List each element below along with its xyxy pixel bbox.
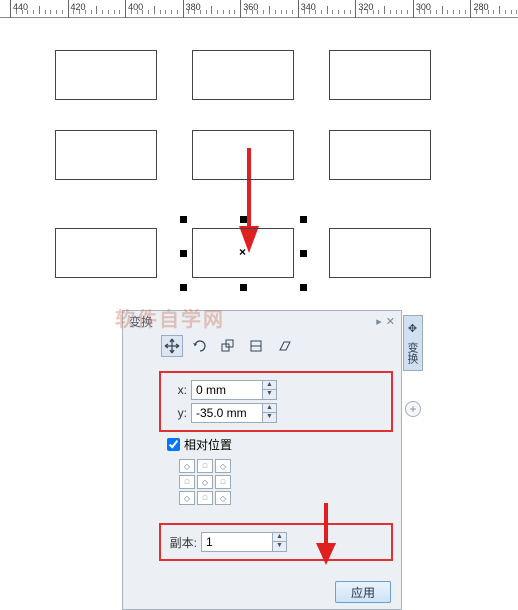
rectangle-shape[interactable] (55, 228, 157, 278)
docker-title: 变换 (129, 313, 153, 330)
rectangle-shape[interactable] (329, 50, 431, 100)
rectangle-shape[interactable] (329, 130, 431, 180)
position-tool-button[interactable] (161, 335, 183, 357)
move-icon: ✥ (406, 322, 419, 335)
side-tab-transform[interactable]: ✥ 变换 (403, 315, 423, 371)
horizontal-ruler: 440 420 400 380 360 340 320 300 280 (0, 0, 518, 18)
selection-handle[interactable] (240, 284, 247, 291)
ruler-tick: 360 (240, 0, 258, 18)
apply-button[interactable]: 应用 (335, 581, 391, 603)
selection-center-icon: × (239, 245, 246, 259)
rotate-tool-button[interactable] (189, 335, 211, 357)
transform-docker: 变换 ▸ ✕ ✥ 变换 + 软件自学网 x: ▲▼ y: (122, 310, 402, 610)
x-label: x: (167, 383, 187, 397)
copies-spin-down[interactable]: ▼ (273, 542, 286, 551)
selection-handle[interactable] (180, 284, 187, 291)
docker-options-icon[interactable]: ▸ (376, 315, 382, 328)
x-spin-down[interactable]: ▼ (263, 390, 276, 399)
anchor-br[interactable]: ◇ (215, 491, 231, 505)
ruler-tick: 440 (10, 0, 28, 18)
anchor-bl[interactable]: ◇ (179, 491, 195, 505)
add-tab-icon[interactable]: + (405, 401, 421, 417)
relative-label: 相对位置 (184, 436, 232, 453)
anchor-ml[interactable]: □ (179, 475, 195, 489)
y-spin-up[interactable]: ▲ (263, 404, 276, 413)
copies-input[interactable] (202, 535, 272, 549)
copies-label: 副本: (167, 534, 197, 551)
anchor-mr[interactable]: □ (215, 475, 231, 489)
anchor-tl[interactable]: ◇ (179, 459, 195, 473)
y-spin-down[interactable]: ▼ (263, 413, 276, 422)
ruler-tick: 380 (183, 0, 201, 18)
selection-handle[interactable] (180, 250, 187, 257)
ruler-tick: 320 (355, 0, 373, 18)
skew-tool-button[interactable] (273, 335, 295, 357)
selection-handle[interactable] (300, 216, 307, 223)
docker-close-icon[interactable]: ✕ (386, 315, 395, 328)
selection-handle[interactable] (240, 216, 247, 223)
x-input[interactable] (192, 383, 262, 397)
rectangle-shape[interactable] (192, 130, 294, 180)
rectangle-shape[interactable] (55, 130, 157, 180)
scale-tool-button[interactable] (217, 335, 239, 357)
relative-checkbox[interactable] (167, 438, 180, 451)
x-spin-up[interactable]: ▲ (263, 381, 276, 390)
xy-highlight: x: ▲▼ y: ▲▼ (159, 371, 393, 432)
rectangle-shape[interactable] (192, 50, 294, 100)
ruler-tick: 400 (125, 0, 143, 18)
copies-input-group: ▲▼ (201, 532, 287, 552)
x-input-group: ▲▼ (191, 380, 277, 400)
selection-handle[interactable] (180, 216, 187, 223)
anchor-tc[interactable]: □ (197, 459, 213, 473)
ruler-tick: 420 (68, 0, 86, 18)
y-input-group: ▲▼ (191, 403, 277, 423)
rectangle-shape[interactable] (55, 50, 157, 100)
transform-toolbar (123, 331, 401, 365)
red-arrow-apply-icon (309, 503, 343, 569)
copies-highlight: 副本: ▲▼ (159, 523, 393, 561)
selection-handle[interactable] (300, 284, 307, 291)
ruler-tick: 340 (298, 0, 316, 18)
anchor-bc[interactable]: □ (197, 491, 213, 505)
ruler-tick: 300 (413, 0, 431, 18)
selection-handle[interactable] (300, 250, 307, 257)
anchor-mc[interactable]: ◇ (197, 475, 213, 489)
size-tool-button[interactable] (245, 335, 267, 357)
y-input[interactable] (192, 406, 262, 420)
rectangle-shape[interactable] (329, 228, 431, 278)
y-label: y: (167, 406, 187, 420)
anchor-grid: ◇ □ ◇ □ ◇ □ ◇ □ ◇ (179, 459, 393, 505)
copies-spin-up[interactable]: ▲ (273, 533, 286, 542)
anchor-tr[interactable]: ◇ (215, 459, 231, 473)
ruler-tick: 280 (470, 0, 488, 18)
